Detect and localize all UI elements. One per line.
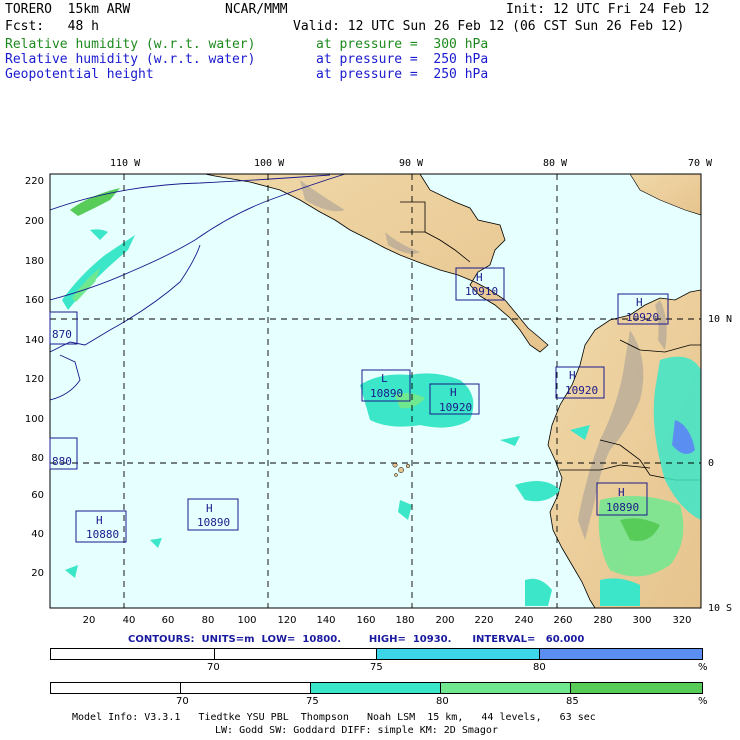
svg-text:880: 880 xyxy=(52,455,72,468)
colorbar-segment xyxy=(181,683,311,693)
y-tick-label: 40 xyxy=(31,529,44,540)
y-tick-label: 100 xyxy=(25,414,44,425)
svg-text:10880: 10880 xyxy=(86,528,119,541)
model-info: Model Info: V3.3.1 Tiedtke YSU PBL Thomp… xyxy=(72,712,596,723)
svg-text:H: H xyxy=(96,514,103,527)
x-ticks: 20 40 60 80 100 120 140 160 180 200 220 … xyxy=(83,615,692,626)
lon-label: 70 W xyxy=(688,158,713,169)
x-tick-label: 80 xyxy=(202,615,215,626)
colorbar-segment xyxy=(215,649,377,659)
x-tick-label: 200 xyxy=(435,615,454,626)
colorbar-segment xyxy=(377,649,540,659)
lat-labels: 10 N 0 10 S xyxy=(708,314,732,614)
svg-text:H: H xyxy=(618,486,625,499)
x-tick-label: 300 xyxy=(632,615,651,626)
y-tick-label: 200 xyxy=(25,216,44,227)
lat-label: 0 xyxy=(708,458,714,469)
svg-text:10890: 10890 xyxy=(606,501,639,514)
y-tick-label: 60 xyxy=(31,490,44,501)
y-tick-label: 120 xyxy=(25,374,44,385)
svg-text:H: H xyxy=(206,502,213,515)
colorbar1-label: 75 xyxy=(370,662,383,673)
colorbar-rh-300 xyxy=(50,682,703,694)
svg-text:870: 870 xyxy=(52,328,72,341)
x-tick-label: 240 xyxy=(514,615,533,626)
svg-text:10920: 10920 xyxy=(565,384,598,397)
y-tick-label: 160 xyxy=(25,295,44,306)
x-tick-label: 280 xyxy=(593,615,612,626)
colorbar1-label: 80 xyxy=(533,662,546,673)
contour-info: CONTOURS: UNITS=m LOW= 10800. HIGH= 1093… xyxy=(128,634,585,645)
lat-label: 10 N xyxy=(708,314,732,325)
y-tick-label: 20 xyxy=(31,568,44,579)
lon-label: 90 W xyxy=(399,158,424,169)
svg-text:H: H xyxy=(636,296,643,309)
lon-label: 80 W xyxy=(543,158,568,169)
physics-info: LW: Godd SW: Goddard DIFF: simple KM: 2D… xyxy=(215,725,498,736)
lon-label: 110 W xyxy=(110,158,141,169)
x-tick-label: 20 xyxy=(83,615,96,626)
colorbar2-label: 75 xyxy=(306,696,319,707)
svg-text:L: L xyxy=(381,372,388,385)
colorbar2-label: 80 xyxy=(436,696,449,707)
y-tick-label: 140 xyxy=(25,335,44,346)
colorbar-segment xyxy=(311,683,441,693)
colorbar2-label: 70 xyxy=(176,696,189,707)
colorbar-segment xyxy=(441,683,571,693)
y-tick-label: 220 xyxy=(25,176,44,187)
x-tick-label: 180 xyxy=(395,615,414,626)
colorbar-segment xyxy=(540,649,702,659)
lat-label: 10 S xyxy=(708,603,732,614)
y-tick-label: 80 xyxy=(31,453,44,464)
colorbar2-label: % xyxy=(698,696,708,707)
svg-text:10920: 10920 xyxy=(439,401,472,414)
svg-text:10890: 10890 xyxy=(197,516,230,529)
lon-labels: 110 W 100 W 90 W 80 W 70 W xyxy=(110,158,713,169)
x-tick-label: 220 xyxy=(474,615,493,626)
x-tick-label: 260 xyxy=(553,615,572,626)
x-tick-label: 320 xyxy=(672,615,691,626)
x-tick-label: 140 xyxy=(316,615,335,626)
colorbar1-label: 70 xyxy=(207,662,220,673)
colorbar2-label: 85 xyxy=(566,696,579,707)
colorbar-segment xyxy=(51,649,215,659)
colorbar-segment xyxy=(51,683,181,693)
svg-text:H: H xyxy=(569,369,576,382)
colorbar1-label: % xyxy=(698,662,708,673)
x-tick-label: 160 xyxy=(356,615,375,626)
svg-text:10910: 10910 xyxy=(465,285,498,298)
y-ticks: 220 200 180 160 140 120 100 80 60 40 20 xyxy=(25,176,44,579)
x-tick-label: 120 xyxy=(277,615,296,626)
x-tick-label: 40 xyxy=(123,615,136,626)
y-tick-label: 180 xyxy=(25,256,44,267)
map-figure: 110 W 100 W 90 W 80 W 70 W 10 N 0 10 S 2… xyxy=(25,158,732,626)
svg-text:H: H xyxy=(476,271,483,284)
svg-text:10890: 10890 xyxy=(370,387,403,400)
x-tick-label: 60 xyxy=(162,615,175,626)
x-tick-label: 100 xyxy=(237,615,256,626)
svg-text:10920: 10920 xyxy=(626,311,659,324)
colorbar-rh-250 xyxy=(50,648,703,660)
svg-text:H: H xyxy=(450,386,457,399)
colorbar-segment xyxy=(571,683,702,693)
lon-label: 100 W xyxy=(254,158,285,169)
